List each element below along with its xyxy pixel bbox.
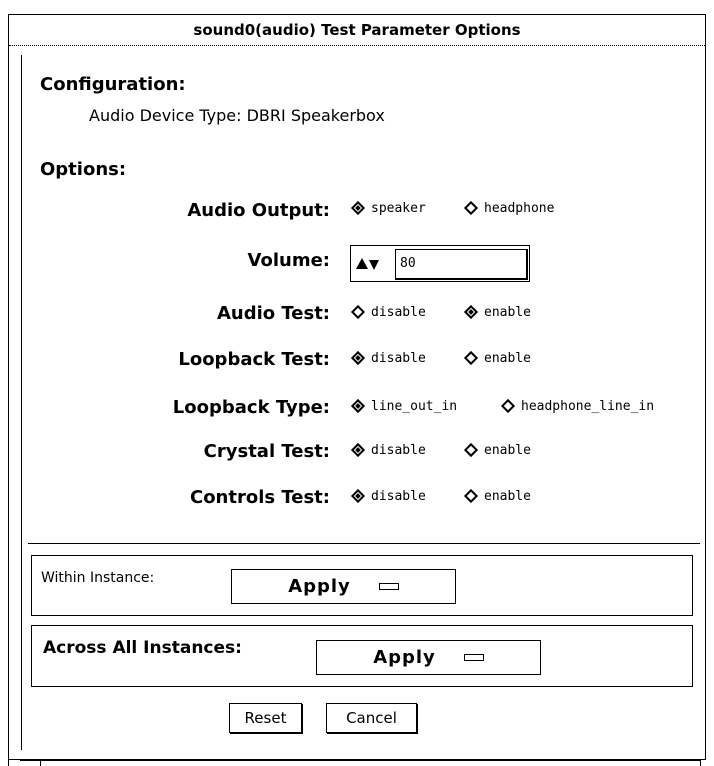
frame-edge — [40, 760, 41, 766]
crystal-test-enable-option[interactable]: enable — [463, 442, 531, 458]
loopback-test-disable-option[interactable]: disable — [350, 350, 426, 366]
frame-edge — [20, 760, 700, 761]
radio-unselected-icon — [463, 200, 479, 215]
radio-selected-icon — [350, 398, 366, 413]
within-instance-label: Within Instance: — [41, 570, 155, 586]
audio-test-label: Audio Test: — [216, 303, 330, 324]
volume-label: Volume: — [247, 250, 330, 271]
menu-button-icon — [378, 583, 399, 590]
audio-output-label: Audio Output: — [187, 200, 330, 221]
divider — [28, 543, 700, 544]
audio-device-type: Audio Device Type: DBRI Speakerbox — [89, 106, 385, 125]
frame-edge — [700, 760, 701, 766]
cancel-button[interactable]: Cancel — [326, 703, 417, 733]
controls-test-label: Controls Test: — [189, 487, 330, 508]
across-instances-apply-button[interactable]: Apply — [316, 640, 541, 675]
window-title: sound0(audio) Test Parameter Options — [193, 21, 521, 39]
audio-output-speaker-option[interactable]: speaker — [350, 200, 426, 216]
stepper-down-arrow-icon[interactable] — [369, 260, 379, 270]
volume-input[interactable]: 80 — [395, 249, 528, 280]
across-instances-label: Across All Instances: — [43, 638, 242, 658]
crystal-test-label: Crystal Test: — [203, 441, 330, 462]
radio-selected-icon — [350, 200, 366, 215]
loopback-type-line-out-in-option[interactable]: line_out_in — [350, 398, 457, 414]
configuration-heading: Configuration: — [40, 74, 186, 95]
radio-selected-icon — [350, 350, 366, 365]
radio-unselected-icon — [500, 398, 516, 413]
loopback-type-headphone-line-in-option[interactable]: headphone_line_in — [500, 398, 654, 414]
radio-unselected-icon — [463, 488, 479, 503]
loopback-test-enable-option[interactable]: enable — [463, 350, 531, 366]
title-bar[interactable]: sound0(audio) Test Parameter Options — [9, 15, 705, 46]
stepper-up-arrow-icon[interactable] — [356, 258, 368, 269]
controls-test-disable-option[interactable]: disable — [350, 488, 426, 504]
crystal-test-disable-option[interactable]: disable — [350, 442, 426, 458]
frame-edge — [8, 730, 9, 766]
menu-button-icon — [463, 654, 484, 661]
radio-selected-icon — [463, 304, 479, 319]
loopback-test-label: Loopback Test: — [178, 349, 330, 370]
radio-unselected-icon — [350, 304, 366, 319]
loopback-type-label: Loopback Type: — [172, 397, 330, 418]
audio-output-headphone-option[interactable]: headphone — [463, 200, 554, 216]
options-heading: Options: — [40, 159, 127, 180]
audio-test-enable-option[interactable]: enable — [463, 304, 531, 320]
radio-unselected-icon — [463, 350, 479, 365]
reset-button[interactable]: Reset — [229, 703, 302, 733]
audio-test-disable-option[interactable]: disable — [350, 304, 426, 320]
within-instance-apply-button[interactable]: Apply — [231, 569, 456, 604]
radio-selected-icon — [350, 442, 366, 457]
radio-selected-icon — [350, 488, 366, 503]
controls-test-enable-option[interactable]: enable — [463, 488, 531, 504]
radio-unselected-icon — [463, 442, 479, 457]
